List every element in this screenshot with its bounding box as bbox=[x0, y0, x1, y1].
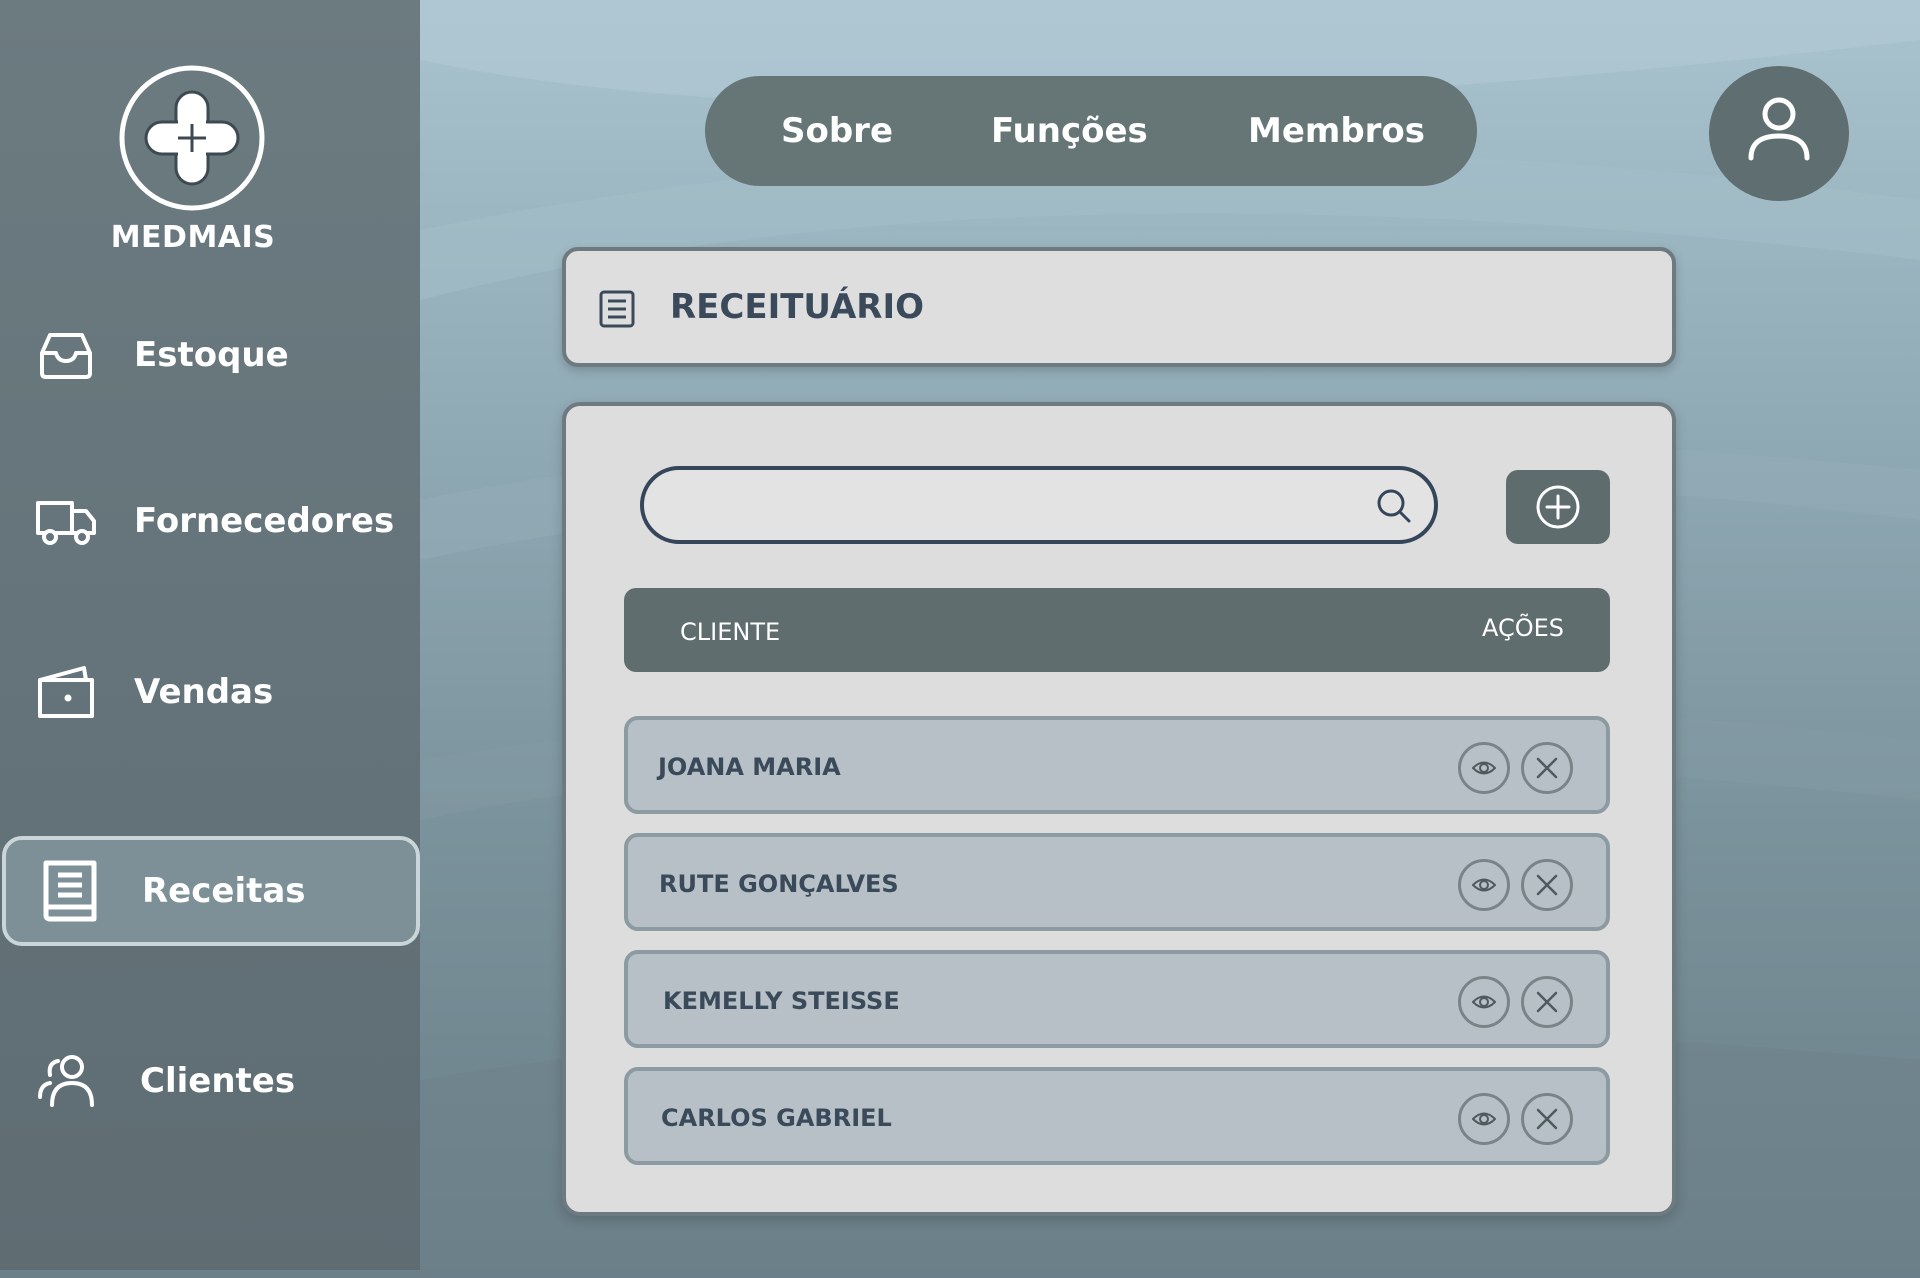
add-prescription-button[interactable] bbox=[1506, 470, 1610, 544]
sidebar-item-label: Vendas bbox=[134, 672, 274, 712]
sidebar-item-label: Fornecedores bbox=[134, 501, 395, 541]
sidebar-item-label: Receitas bbox=[142, 871, 306, 911]
table-row[interactable]: JOANA MARIA bbox=[624, 716, 1610, 814]
delete-button[interactable] bbox=[1521, 742, 1573, 794]
sidebar-item-vendas[interactable]: Vendas bbox=[0, 637, 420, 747]
page-title: RECEITUÁRIO bbox=[670, 287, 925, 327]
view-button[interactable] bbox=[1458, 1093, 1510, 1145]
client-name: RUTE GONÇALVES bbox=[659, 870, 899, 898]
sidebar-item-receitas[interactable]: Receitas bbox=[2, 836, 420, 946]
table-header: CLIENTE AÇÕES bbox=[624, 588, 1610, 672]
delete-button[interactable] bbox=[1521, 859, 1573, 911]
top-menu-funcoes[interactable]: Funções bbox=[991, 76, 1148, 186]
eye-icon bbox=[1472, 878, 1496, 892]
eye-icon bbox=[1472, 995, 1496, 1009]
notebook-icon bbox=[43, 860, 97, 922]
profile-button[interactable] bbox=[1709, 66, 1849, 201]
search-input[interactable] bbox=[672, 480, 1352, 530]
page-header: RECEITUÁRIO bbox=[562, 247, 1676, 367]
search-icon[interactable] bbox=[1374, 486, 1414, 526]
wallet-icon bbox=[38, 666, 94, 718]
close-icon bbox=[1536, 874, 1558, 896]
sidebar-item-label: Estoque bbox=[134, 335, 289, 375]
top-menu-membros[interactable]: Membros bbox=[1248, 76, 1425, 186]
users-icon bbox=[38, 1055, 94, 1107]
close-icon bbox=[1536, 1108, 1558, 1130]
client-name: KEMELLY STEISSE bbox=[663, 987, 900, 1015]
view-button[interactable] bbox=[1458, 976, 1510, 1028]
medical-cross-icon[interactable] bbox=[118, 64, 266, 212]
search-bar bbox=[640, 466, 1438, 544]
top-menu-sobre[interactable]: Sobre bbox=[781, 76, 893, 186]
table-row[interactable]: KEMELLY STEISSE bbox=[624, 950, 1610, 1048]
table-row[interactable]: RUTE GONÇALVES bbox=[624, 833, 1610, 931]
sidebar-item-clientes[interactable]: Clientes bbox=[0, 1026, 420, 1136]
table-row[interactable]: CARLOS GABRIEL bbox=[624, 1067, 1610, 1165]
view-button[interactable] bbox=[1458, 742, 1510, 794]
client-name: JOANA MARIA bbox=[658, 753, 841, 781]
close-icon bbox=[1536, 757, 1558, 779]
inbox-tray-icon bbox=[40, 333, 92, 379]
view-button[interactable] bbox=[1458, 859, 1510, 911]
column-header-actions: AÇÕES bbox=[1481, 614, 1564, 642]
eye-icon bbox=[1472, 1112, 1496, 1126]
user-icon bbox=[1748, 97, 1810, 161]
sidebar-item-label: Clientes bbox=[140, 1061, 296, 1101]
column-header-client: CLIENTE bbox=[680, 618, 781, 646]
sidebar-item-estoque[interactable]: Estoque bbox=[0, 300, 420, 410]
top-menu: Sobre Funções Membros bbox=[705, 76, 1477, 186]
sidebar: MEDMAIS Estoque Fornecedores Vendas Rece… bbox=[0, 0, 420, 1270]
client-name: CARLOS GABRIEL bbox=[661, 1104, 892, 1132]
truck-icon bbox=[36, 501, 96, 545]
document-list-icon bbox=[599, 290, 635, 328]
sidebar-item-fornecedores[interactable]: Fornecedores bbox=[0, 466, 420, 576]
eye-icon bbox=[1472, 761, 1496, 775]
brand-name: MEDMAIS bbox=[110, 220, 276, 255]
delete-button[interactable] bbox=[1521, 976, 1573, 1028]
close-icon bbox=[1536, 991, 1558, 1013]
prescriptions-panel: CLIENTE AÇÕES JOANA MARIA RUTE GONÇALVES bbox=[562, 402, 1676, 1216]
plus-circle-icon bbox=[1536, 485, 1580, 529]
delete-button[interactable] bbox=[1521, 1093, 1573, 1145]
